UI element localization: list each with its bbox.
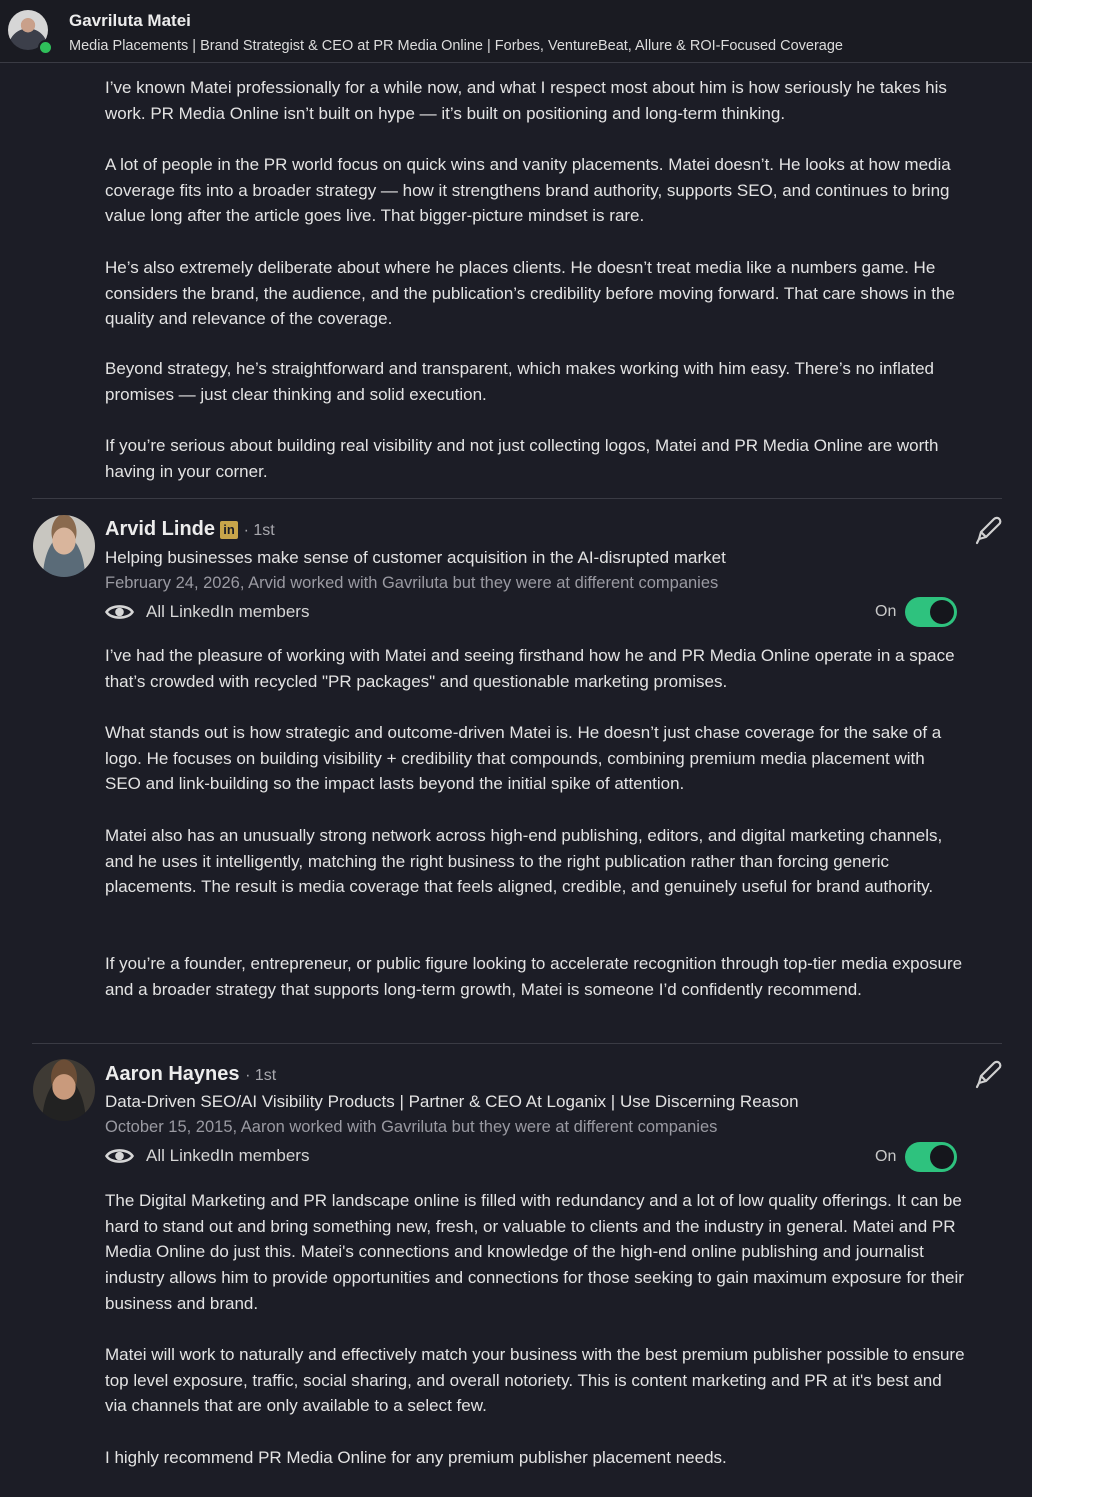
profile-name[interactable]: Gavriluta Matei [69, 11, 191, 31]
recommendation-meta: February 24, 2026, Arvid worked with Gav… [105, 574, 719, 592]
recommendation-text: He’s also extremely deliberate about whe… [105, 258, 955, 329]
recommendation-text: If you’re a founder, entrepreneur, or pu… [105, 954, 963, 999]
recommender-avatar[interactable] [33, 1059, 95, 1121]
recommender-name[interactable]: Aaron Haynes [105, 1063, 240, 1085]
visibility-label: All LinkedIn members [146, 602, 310, 621]
recommendation-meta: October 15, 2015, Aaron worked with Gavr… [105, 1118, 718, 1136]
recommendation-text: Matei will work to naturally and effecti… [105, 1345, 965, 1416]
divider [32, 498, 1002, 499]
show-recommendation-toggle[interactable] [905, 597, 958, 627]
linkedin-premium-icon: in [220, 521, 239, 539]
visibility-label: All LinkedIn members [146, 1146, 310, 1165]
recommendation-text: Matei also has an unusually strong netwo… [105, 826, 943, 897]
pencil-icon[interactable] [972, 514, 1004, 546]
toggle-label: On [875, 603, 897, 620]
toggle-knob [930, 1145, 955, 1169]
profile-header: Gavriluta Matei Media Placements | Brand… [0, 0, 1032, 63]
show-recommendation-toggle-group: On [875, 596, 958, 628]
recommendations-panel: Gavriluta Matei Media Placements | Brand… [0, 0, 1032, 1497]
recommendation-text: I’ve had the pleasure of working with Ma… [105, 646, 955, 691]
pencil-icon[interactable] [972, 1058, 1004, 1090]
show-recommendation-toggle[interactable] [905, 1142, 958, 1172]
toggle-label: On [875, 1148, 897, 1165]
online-status-indicator [38, 40, 53, 55]
recommender-headline: Data-Driven SEO/AI Visibility Products |… [105, 1092, 799, 1111]
recommendation-text: A lot of people in the PR world focus on… [105, 155, 951, 226]
recommendation-text: If you’re serious about building real vi… [105, 436, 939, 481]
eye-icon [105, 605, 134, 619]
recommender-headline: Helping businesses make sense of custome… [105, 548, 726, 567]
divider [32, 1043, 1002, 1044]
recommendation-text: I highly recommend PR Media Online for a… [105, 1448, 727, 1467]
recommender-name-row: Arvid Linde in · 1st [105, 518, 275, 541]
connection-degree: · 1st [245, 1067, 277, 1084]
visibility-setting[interactable]: All LinkedIn members [105, 599, 309, 625]
profile-headline: Media Placements | Brand Strategist & CE… [69, 38, 843, 54]
recommendation-text: Beyond strategy, he’s straightforward an… [105, 359, 935, 404]
toggle-knob [930, 600, 955, 624]
recommender-avatar[interactable] [33, 515, 95, 577]
recommender-name-row: Aaron Haynes · 1st [105, 1063, 276, 1086]
recommendation-text: The Digital Marketing and PR landscape o… [105, 1191, 964, 1313]
recommendation-text: I’ve known Matei professionally for a wh… [105, 78, 947, 123]
visibility-setting[interactable]: All LinkedIn members [105, 1143, 309, 1169]
recommender-name[interactable]: Arvid Linde [105, 518, 215, 540]
show-recommendation-toggle-group: On [875, 1141, 958, 1173]
eye-icon [105, 1149, 134, 1163]
connection-degree: · 1st [243, 522, 275, 539]
recommendation-text: What stands out is how strategic and out… [105, 723, 942, 794]
